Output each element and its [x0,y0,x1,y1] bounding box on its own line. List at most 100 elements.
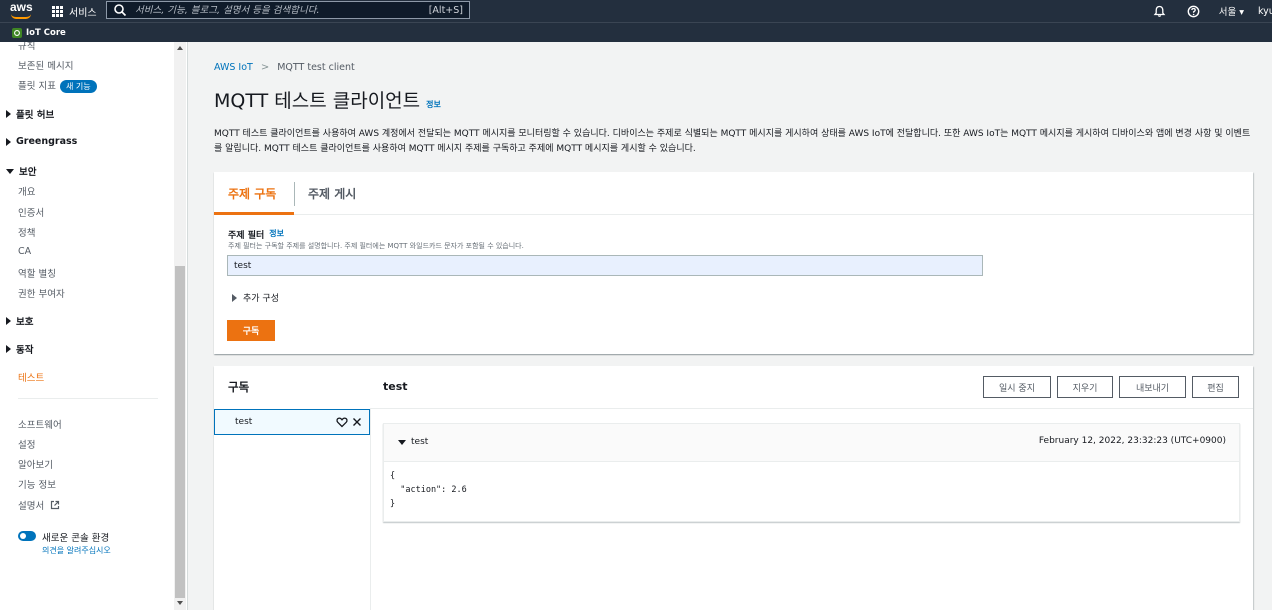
sidebar-item-rules[interactable]: 규칙 [18,42,35,52]
topic-filter-description: 주제 필터는 구독할 주제를 설명합니다. 주제 필터에는 MQTT 와일드카드… [228,242,524,250]
tab-publish[interactable]: 주제 게시 [308,185,356,202]
sidebar-group-label: 플릿 허브 [16,110,55,121]
sidebar-group-greengrass[interactable]: Greengrass [6,136,77,147]
chevron-right-icon: > [260,62,270,73]
bell-icon[interactable] [1153,4,1167,18]
aws-logo-text: aws [10,0,33,14]
page-header: MQTT 테스트 클라이언트 정보 [214,86,441,113]
topic-filter-input[interactable] [227,255,983,276]
sidebar-group-label: 보호 [16,317,34,328]
sidebar-item-authorizers[interactable]: 권한 부여자 [18,286,65,300]
sidebar-group-act[interactable]: 동작 [6,342,33,356]
sidebar-item-settings[interactable]: 설정 [18,437,35,451]
caret-right-icon [232,293,237,302]
caret-down-icon [6,168,14,174]
subscriptions-divider [370,408,371,610]
search-icon [114,4,127,17]
topic-filter-info-link[interactable]: 정보 [269,228,284,241]
topic-filter-label: 주제 필터 정보 [228,228,284,241]
sidebar-item-label: 설명서 [18,501,45,512]
feedback-link[interactable]: 의견을 알려주십시오 [42,545,111,556]
breadcrumb: AWS IoT > MQTT test client [214,62,355,73]
sidebar-item-role-alias[interactable]: 역할 별칭 [18,266,56,280]
new-feature-badge: 새 기능 [59,80,97,93]
sidebar-item-label: 플릿 지표 [18,81,56,92]
sidebar-item-software[interactable]: 소프트웨어 [18,417,62,431]
scroll-up-arrow[interactable] [177,46,183,50]
sidebar-item-policies[interactable]: 정책 [18,225,35,239]
page-description: MQTT 테스트 클라이언트를 사용하여 AWS 계정에서 전달되는 MQTT … [214,129,1251,154]
help-icon[interactable] [1187,4,1201,18]
sidebar-divider [18,398,158,399]
breadcrumb-current: MQTT test client [277,62,355,73]
message-timestamp: February 12, 2022, 23:32:23 (UTC+0900) [1038,436,1226,446]
sidebar-item-overview[interactable]: 개요 [18,184,35,198]
active-tab-indicator [214,212,294,215]
toolbar-divider [370,408,1253,409]
sidebar-item-certificates[interactable]: 인증서 [18,205,44,219]
subscribe-panel: 주제 구독 주제 게시 주제 필터 정보 주제 필터는 구독할 주제를 설명합니… [214,172,1253,354]
scrollbar-thumb[interactable] [175,266,185,598]
search-input[interactable] [127,4,429,16]
sidebar-group-defend[interactable]: 보호 [6,314,33,328]
edit-button[interactable]: 편집 [1192,376,1239,398]
sidebar-item-ca[interactable]: CA [18,246,31,257]
sidebar-group-label: Greengrass [16,136,78,147]
tab-separator [294,182,295,206]
close-icon[interactable] [351,416,363,428]
sidebar-group-label: 동작 [16,345,34,356]
sidebar-item-fleet-metrics[interactable]: 플릿 지표 새 기능 [18,78,97,93]
subscription-topic: test [235,417,253,427]
iot-core-icon [12,27,22,38]
subscriptions-title: 구독 [228,380,250,394]
sidebar-item-test[interactable]: 테스트 [18,370,44,384]
message-topic: test [411,437,429,447]
service-bar: IoT Core [0,22,1272,42]
message-header[interactable]: test February 12, 2022, 23:32:23 (UTC+09… [384,424,1239,462]
message-payload: { "action": 2.6 } [390,471,467,509]
subscriptions-panel: 구독 test test 일시 중지 지우기 내보내기 편집 test Febr… [214,366,1253,610]
search-box[interactable]: [Alt+S] [106,1,470,19]
grid-icon [52,5,63,17]
caret-right-icon [6,137,11,146]
clear-button[interactable]: 지우기 [1057,376,1113,398]
services-menu-button[interactable]: 서비스 [52,2,97,20]
page-title: MQTT 테스트 클라이언트 [214,90,421,112]
caret-right-icon [6,110,11,118]
sidebar-item-documentation[interactable]: 설명서 [18,498,60,512]
heart-icon[interactable] [336,416,348,428]
sidebar-item-learn[interactable]: 알아보기 [18,457,53,471]
caret-right-icon [6,317,11,325]
new-console-toggle[interactable] [18,531,36,541]
region-selector[interactable]: 서울 ▾ [1219,4,1244,18]
new-console-label: 새로운 콘솔 환경 [42,533,110,544]
scroll-down-arrow[interactable] [177,601,183,605]
sidebar-group-fleet-hub[interactable]: 플릿 허브 [6,107,54,121]
additional-config-toggle[interactable]: 추가 구성 [232,291,279,304]
field-label-text: 주제 필터 [228,231,265,241]
subscription-item[interactable]: test [214,409,370,435]
info-link[interactable]: 정보 [426,99,441,110]
external-link-icon [51,500,60,510]
additional-config-label: 추가 구성 [243,294,279,304]
message-card: test February 12, 2022, 23:32:23 (UTC+09… [383,423,1240,522]
tab-subscribe[interactable]: 주제 구독 [228,185,276,202]
sidebar-group-label: 보안 [19,167,37,178]
caret-down-icon[interactable] [398,440,406,445]
selected-topic-title: test [383,380,408,393]
service-shortcut-iot-core[interactable]: IoT Core [12,27,66,38]
pause-button[interactable]: 일시 중지 [983,376,1051,398]
breadcrumb-aws-iot[interactable]: AWS IoT [214,62,253,73]
sidebar-item-feature-spotlight[interactable]: 기능 정보 [18,477,56,491]
sidebar-group-security[interactable]: 보안 [6,164,36,178]
export-button[interactable]: 내보내기 [1119,376,1186,398]
services-label: 서비스 [69,7,97,19]
aws-logo[interactable]: aws [10,1,34,21]
sidebar-item-retained-messages[interactable]: 보존된 메시지 [18,58,73,72]
sidebar-scrollbar[interactable] [174,42,186,610]
top-nav: aws 서비스 [Alt+S] 서울 ▾ kyu [0,0,1272,22]
account-menu[interactable]: kyu [1258,6,1272,17]
sidebar: 규칙 보존된 메시지 플릿 지표 새 기능 플릿 허브 Greengrass 보안… [0,42,188,610]
subscribe-button[interactable]: 구독 [227,320,275,341]
search-shortcut: [Alt+S] [428,4,463,16]
